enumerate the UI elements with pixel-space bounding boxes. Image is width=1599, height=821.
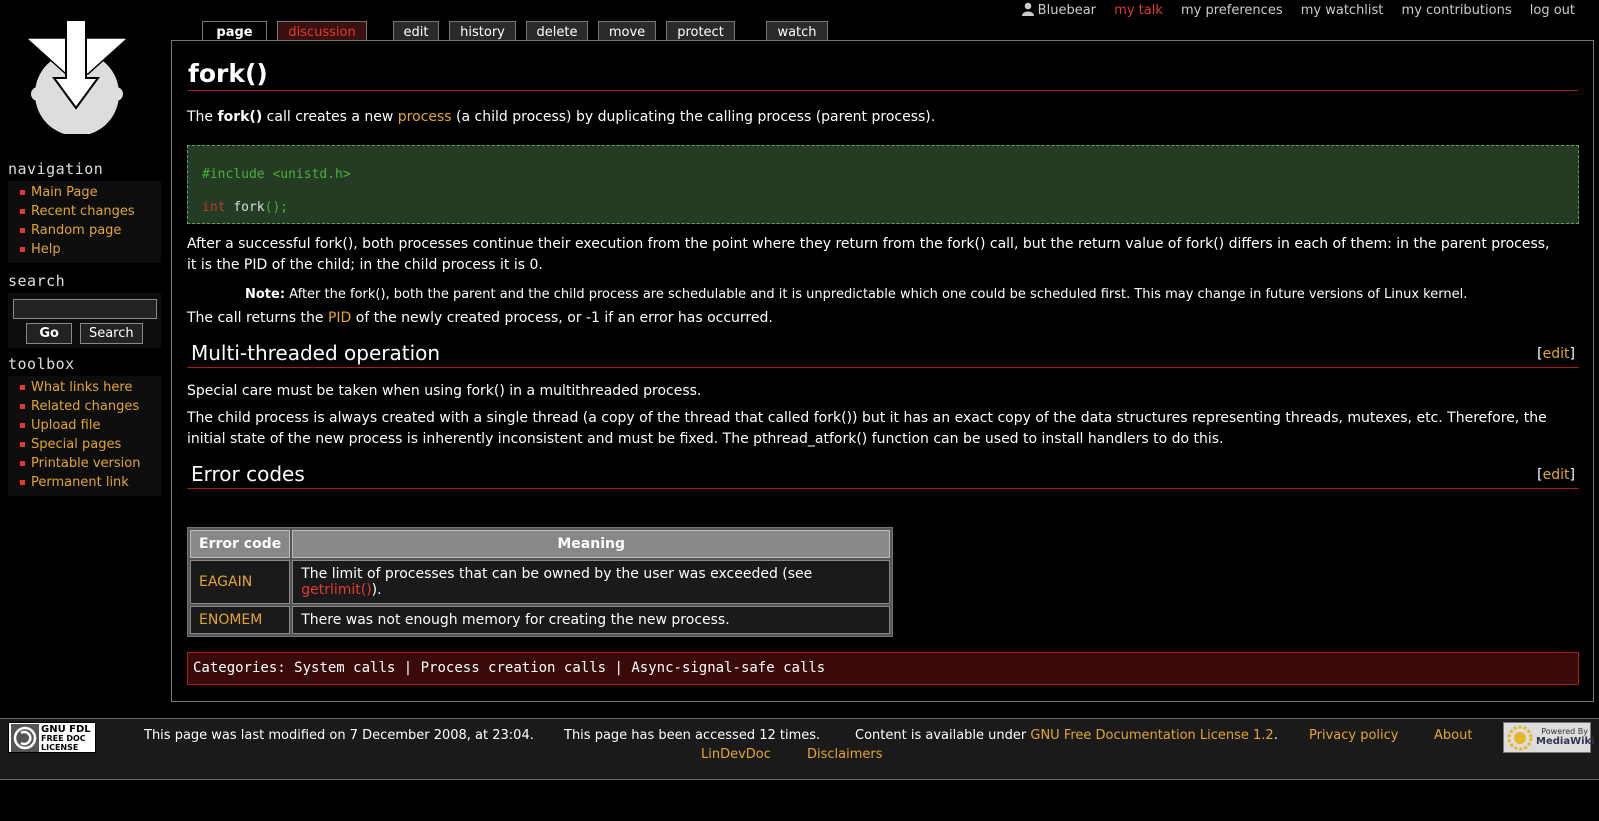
pid-link[interactable]: PID <box>328 310 351 326</box>
code-punct: (); <box>264 200 289 215</box>
returns-paragraph: The call returns the PID of the newly cr… <box>187 310 773 326</box>
error-code-eagain[interactable]: EAGAIN <box>199 574 252 590</box>
personal-toolbar: Bluebear my talk my preferences my watch… <box>1021 2 1575 18</box>
tab-watch[interactable]: watch <box>766 21 828 41</box>
category-system-calls[interactable]: System calls <box>294 660 395 676</box>
category-async-signal-safe-calls[interactable]: Async-signal-safe calls <box>631 660 825 676</box>
code-keyword: int <box>202 200 226 215</box>
table-header-row: Error code Meaning <box>190 530 891 558</box>
code-block: #include <unistd.h> int fork(); <box>187 145 1579 224</box>
tab-edit[interactable]: edit <box>393 21 439 41</box>
sidebar-item-related-changes[interactable]: Related changes <box>31 399 139 414</box>
edit-section-link[interactable]: edit <box>1543 467 1570 483</box>
search-button[interactable]: Search <box>79 323 143 344</box>
table-row: ENOMEM There was not enough memory for c… <box>190 606 891 634</box>
mediawiki-flower-icon <box>1507 725 1533 751</box>
my-watchlist-link[interactable]: my watchlist <box>1301 3 1384 18</box>
section-edit-error-codes: [edit] <box>1537 467 1575 483</box>
about-link[interactable]: About <box>1434 728 1472 743</box>
my-contributions-link[interactable]: my contributions <box>1402 3 1512 18</box>
error-codes-table: Error code Meaning EAGAIN The limit of p… <box>187 527 894 637</box>
category-process-creation-calls[interactable]: Process creation calls <box>421 660 606 676</box>
disclaimers-link[interactable]: Disclaimers <box>807 747 883 762</box>
sidebar-search: search Go Search <box>8 272 161 348</box>
site-logo[interactable] <box>24 16 134 136</box>
table-header-meaning: Meaning <box>292 530 891 558</box>
page-title: fork() <box>188 59 1578 91</box>
access-count-text: This page has been accessed 12 times. <box>564 728 821 743</box>
sidebar-item-permanent-link[interactable]: Permanent link <box>31 475 129 490</box>
navigation-heading: navigation <box>8 160 104 178</box>
search-input[interactable] <box>12 299 157 319</box>
section-heading-error-codes: Error codes [edit] <box>187 462 1579 489</box>
intro-paragraph: The fork() call creates a new process (a… <box>187 109 936 125</box>
about-link-cont[interactable]: LinDevDoc <box>701 747 771 762</box>
after-fork-paragraph: After a successful fork(), both processe… <box>187 236 1550 273</box>
tab-move[interactable]: move <box>598 21 656 41</box>
my-preferences-link[interactable]: my preferences <box>1181 3 1283 18</box>
toolbox-heading: toolbox <box>8 355 75 373</box>
sidebar-navigation: navigation Main Page Recent changes Rand… <box>8 160 161 263</box>
license-link[interactable]: GNU Free Documentation License 1.2 <box>1030 728 1273 743</box>
sidebar-item-main-page[interactable]: Main Page <box>31 185 98 200</box>
sidebar-toolbox: toolbox What links here Related changes … <box>8 355 161 496</box>
tab-history[interactable]: history <box>449 21 516 41</box>
note-box: Note: After the fork(), both the parent … <box>245 287 1467 302</box>
sidebar-item-what-links-here[interactable]: What links here <box>31 380 132 395</box>
error-code-enomem[interactable]: ENOMEM <box>199 612 262 628</box>
user-icon <box>1021 2 1034 16</box>
my-talk-link[interactable]: my talk <box>1114 3 1163 18</box>
tab-discussion[interactable]: discussion <box>277 21 367 41</box>
getrlimit-link[interactable]: getrlimit() <box>301 582 371 598</box>
sidebar-item-recent-changes[interactable]: Recent changes <box>31 204 135 219</box>
edit-section-link[interactable]: edit <box>1543 346 1570 362</box>
last-modified-text: This page was last modified on 7 Decembe… <box>144 728 534 743</box>
multithread-paragraph-2: The child process is always created with… <box>187 410 1547 447</box>
table-cell-meaning: There was not enough memory for creating… <box>292 606 891 634</box>
go-button[interactable]: Go <box>26 323 72 344</box>
process-link[interactable]: process <box>398 109 452 125</box>
tab-delete[interactable]: delete <box>526 21 588 41</box>
table-header-error-code: Error code <box>190 530 291 558</box>
table-cell-meaning: The limit of processes that can be owned… <box>292 560 891 604</box>
user-name: Bluebear <box>1037 3 1097 18</box>
content-area: fork() The fork() call creates a new pro… <box>171 40 1594 702</box>
intro-bold: fork() <box>217 109 263 125</box>
logout-link[interactable]: log out <box>1530 3 1575 18</box>
tab-page[interactable]: page <box>202 21 267 42</box>
logo-icon <box>24 19 130 136</box>
tab-protect[interactable]: protect <box>666 21 735 41</box>
privacy-policy-link[interactable]: Privacy policy <box>1309 728 1398 743</box>
category-links: Categories: System calls | Process creat… <box>187 652 1579 685</box>
multithread-paragraph-1: Special care must be taken when using fo… <box>187 383 702 399</box>
sidebar-item-printable-version[interactable]: Printable version <box>31 456 140 471</box>
user-link[interactable]: Bluebear <box>1021 2 1100 18</box>
code-function: fork <box>233 200 265 215</box>
page-footer: GNU FDL FREE DOC LICENSE This page was l… <box>0 718 1599 780</box>
license-text: Content is available under GNU Free Docu… <box>855 728 1278 743</box>
table-row: EAGAIN The limit of processes that can b… <box>190 560 891 604</box>
section-edit-multithreaded: [edit] <box>1537 346 1575 362</box>
sidebar-item-random-page[interactable]: Random page <box>31 223 121 238</box>
note-text: After the fork(), both the parent and th… <box>285 287 1468 302</box>
search-heading: search <box>8 272 66 290</box>
note-label: Note: <box>245 287 286 302</box>
sidebar-item-upload-file[interactable]: Upload file <box>31 418 100 433</box>
gnu-fdl-badge[interactable]: GNU FDL FREE DOC LICENSE <box>8 722 96 753</box>
section-heading-multithreaded: Multi-threaded operation [edit] <box>187 341 1579 368</box>
mediawiki-badge[interactable]: Powered By MediaWiki <box>1503 722 1595 753</box>
copyleft-icon <box>11 724 39 752</box>
code-include: #include <unistd.h> <box>202 167 351 182</box>
sidebar-item-special-pages[interactable]: Special pages <box>31 437 121 452</box>
categories-label: Categories: <box>193 660 286 676</box>
sidebar-item-help[interactable]: Help <box>31 242 61 257</box>
